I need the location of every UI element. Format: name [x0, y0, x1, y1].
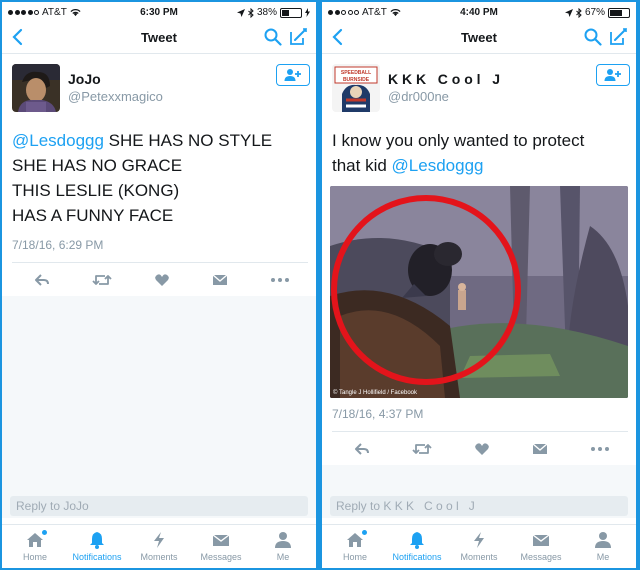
bluetooth-icon: [576, 7, 582, 18]
bottom-tab-bar: Home Notifications Moments Messages Me: [322, 524, 636, 568]
tab-label: Messages: [200, 552, 242, 562]
home-icon: [346, 530, 367, 549]
tab-me[interactable]: Me: [572, 531, 634, 562]
tab-home[interactable]: Home: [324, 530, 386, 562]
tab-label: Notifications: [392, 552, 442, 562]
status-bar: AT&T 6:30 PM 38%: [2, 2, 316, 22]
tab-moments[interactable]: Moments: [448, 531, 510, 562]
tab-moments[interactable]: Moments: [128, 531, 190, 562]
tab-messages[interactable]: Messages: [190, 531, 252, 562]
reply-bar: Reply to JoJo: [2, 492, 316, 518]
reply-icon[interactable]: [354, 441, 370, 457]
tab-label: Moments: [460, 552, 498, 562]
tweet-timestamp: 7/18/16, 6:29 PM: [12, 238, 104, 252]
bell-icon: [88, 531, 106, 549]
photo-credit: © Tangle J Hollifield / Facebook: [333, 390, 418, 396]
more-options-icon[interactable]: [590, 441, 610, 457]
empty-replies-area: [322, 465, 636, 492]
tab-label: Me: [596, 552, 610, 562]
follow-button[interactable]: [596, 64, 630, 86]
add-user-icon: [284, 69, 301, 81]
person-icon: [274, 531, 292, 549]
mention-link[interactable]: @Lesdoggg: [12, 131, 104, 150]
lightning-icon: [470, 531, 488, 549]
charging-bolt-icon: [305, 8, 310, 17]
avatar-logo-text: SPEEDBALL: [341, 70, 371, 76]
envelope-icon: [532, 531, 550, 549]
retweet-icon[interactable]: [92, 272, 112, 288]
location-arrow-icon: [236, 8, 245, 17]
bottom-tab-bar: Home Notifications Moments Messages Me: [2, 524, 316, 568]
new-content-dot: [362, 530, 367, 535]
battery-percent: 67%: [584, 7, 605, 18]
tweet-line: SHE HAS NO GRACE: [12, 156, 183, 175]
tweet-text: I know you only wanted to protect that k…: [332, 128, 628, 178]
user-handle[interactable]: @Petexxmagico: [68, 89, 163, 104]
location-arrow-icon: [564, 8, 573, 17]
battery-percent: 38%: [256, 7, 277, 18]
add-user-icon: [604, 69, 621, 81]
direct-message-icon[interactable]: [212, 272, 228, 288]
search-icon[interactable]: [584, 28, 602, 46]
bluetooth-icon: [248, 7, 254, 18]
search-icon[interactable]: [264, 28, 282, 46]
envelope-icon: [212, 531, 230, 549]
follow-button[interactable]: [276, 64, 310, 86]
tweet-timestamp: 7/18/16, 4:37 PM: [332, 407, 424, 421]
display-name[interactable]: K K K C o o l J: [388, 71, 500, 87]
tab-notifications[interactable]: Notifications: [66, 531, 128, 562]
reply-bar: Reply to K K K C o o l J: [322, 492, 636, 518]
user-handle[interactable]: @dr000ne: [388, 89, 449, 104]
like-heart-icon[interactable]: [154, 272, 170, 288]
home-icon: [26, 530, 47, 549]
tab-label: Home: [342, 552, 367, 562]
tweet-photo[interactable]: © Tangle J Hollifield / Facebook: [330, 186, 628, 398]
compose-tweet-icon[interactable]: [288, 27, 308, 47]
tweet-text: @Lesdoggg SHE HAS NO STYLE SHE HAS NO GR…: [12, 128, 308, 228]
battery-icon: [608, 7, 630, 18]
tab-label: Moments: [140, 552, 178, 562]
avatar[interactable]: [12, 64, 60, 112]
tab-label: Notifications: [72, 552, 122, 562]
phone-screen-right: AT&T 4:40 PM 67% Tweet SPEEDBALL BURNSID…: [322, 2, 636, 568]
tweet-line: THIS LESLIE (KONG): [12, 181, 180, 200]
like-heart-icon[interactable]: [474, 441, 490, 457]
direct-message-icon[interactable]: [532, 441, 548, 457]
tweet-line: I know you only wanted to protect: [332, 131, 585, 150]
tweet-line: that kid: [332, 156, 392, 175]
nav-bar: Tweet: [322, 22, 636, 54]
reply-input[interactable]: Reply to K K K C o o l J: [330, 496, 628, 516]
bell-icon: [408, 531, 426, 549]
tab-label: Me: [276, 552, 290, 562]
retweet-icon[interactable]: [412, 441, 432, 457]
more-options-icon[interactable]: [270, 272, 290, 288]
tab-label: Messages: [520, 552, 562, 562]
tweet-actions: [332, 431, 628, 467]
empty-replies-area: [2, 296, 316, 492]
tab-me[interactable]: Me: [252, 531, 314, 562]
person-icon: [594, 531, 612, 549]
compose-tweet-icon[interactable]: [608, 27, 628, 47]
phone-screen-left: AT&T 6:30 PM 38% Tweet JoJo @Petexxmagic…: [2, 2, 316, 568]
tweet-line: SHE HAS NO STYLE: [103, 131, 273, 150]
tab-notifications[interactable]: Notifications: [386, 531, 448, 562]
avatar[interactable]: SPEEDBALL BURNSIDE: [332, 64, 380, 112]
tab-messages[interactable]: Messages: [510, 531, 572, 562]
tab-home[interactable]: Home: [4, 530, 66, 562]
tab-label: Home: [22, 552, 47, 562]
nav-bar: Tweet: [2, 22, 316, 54]
svg-text:BURNSIDE: BURNSIDE: [343, 77, 370, 83]
new-content-dot: [42, 530, 47, 535]
reply-icon[interactable]: [34, 272, 50, 288]
tweet-actions: [12, 262, 308, 298]
status-bar: AT&T 4:40 PM 67%: [322, 2, 636, 22]
display-name[interactable]: JoJo: [68, 71, 101, 87]
reply-input[interactable]: Reply to JoJo: [10, 496, 308, 516]
mention-link[interactable]: @Lesdoggg: [392, 156, 484, 175]
battery-icon: [280, 7, 302, 18]
tweet-line: HAS A FUNNY FACE: [12, 206, 174, 225]
lightning-icon: [150, 531, 168, 549]
